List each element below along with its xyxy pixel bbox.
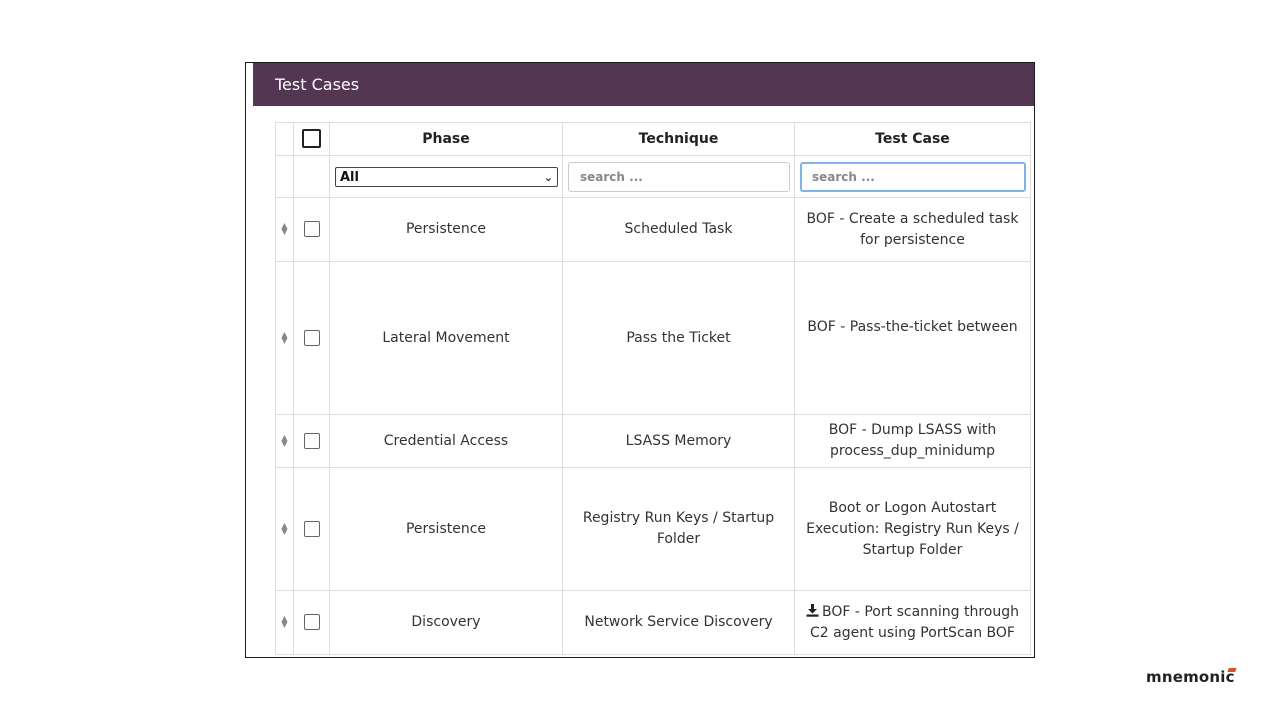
table-row: ▲ ▼ Persistence Scheduled Task BOF - Crea… <box>275 197 1031 262</box>
row-drag-handle[interactable]: ▲ ▼ <box>275 261 294 415</box>
row-test-case: BOF - Create a scheduled task for persis… <box>794 197 1031 262</box>
row-technique: Scheduled Task <box>562 197 795 262</box>
table-row: ▲ ▼ Lateral Movement Pass the Ticket BOF … <box>275 261 1031 415</box>
select-all-cell <box>293 122 330 156</box>
table-row: ▲ ▼ Persistence Registry Run Keys / Start… <box>275 467 1031 591</box>
sort-arrows-icon: ▲ ▼ <box>281 614 288 629</box>
row-technique: LSASS Memory <box>562 414 795 468</box>
row-drag-handle[interactable]: ▲ ▼ <box>275 414 294 468</box>
sort-arrows-icon: ▲ ▼ <box>281 221 288 236</box>
row-test-case: Boot or Logon Autostart Execution: Regis… <box>794 467 1031 591</box>
table-row: ▲ ▼ Discovery Network Service Discovery B… <box>275 590 1031 655</box>
row-technique: Network Service Discovery <box>562 590 795 655</box>
row-checkbox[interactable] <box>303 614 320 630</box>
row-drag-handle[interactable]: ▲ ▼ <box>275 467 294 591</box>
test-case-filter-cell: search ... <box>794 155 1031 198</box>
filter-check-cell <box>293 155 330 198</box>
technique-filter-cell: search ... <box>562 155 795 198</box>
row-technique: Registry Run Keys / Startup Folder <box>562 467 795 591</box>
technique-column-header[interactable]: Technique <box>562 122 795 156</box>
row-test-case: BOF - Port scanning through C2 agent usi… <box>810 603 1019 641</box>
phase-column-header[interactable]: Phase <box>329 122 563 156</box>
filter-drag-cell <box>275 155 294 198</box>
technique-search-input[interactable]: search ... <box>568 161 790 192</box>
row-checkbox-cell <box>293 467 330 591</box>
row-checkbox[interactable] <box>303 221 320 237</box>
row-phase: Discovery <box>329 590 563 655</box>
row-phase: Lateral Movement <box>329 261 563 415</box>
test-cases-panel: Test Cases Phase Technique Test Case All <box>245 62 1035 658</box>
row-checkbox[interactable] <box>303 329 320 346</box>
row-checkbox-cell <box>293 590 330 655</box>
row-checkbox-cell <box>293 414 330 468</box>
row-drag-handle[interactable]: ▲ ▼ <box>275 590 294 655</box>
select-all-checkbox[interactable] <box>302 129 321 148</box>
row-checkbox[interactable] <box>303 520 320 537</box>
phase-filter-select[interactable]: All ⌄ <box>335 166 558 187</box>
test-case-search-input[interactable]: search ... <box>800 161 1026 192</box>
test-cases-table: Phase Technique Test Case All ⌄ search .… <box>275 122 1031 655</box>
sort-arrows-icon: ▲ ▼ <box>281 520 288 536</box>
row-test-case: BOF - Dump LSASS with process_dup_minidu… <box>794 414 1031 468</box>
row-drag-handle[interactable]: ▲ ▼ <box>275 197 294 262</box>
drag-header-cell <box>275 122 294 156</box>
phase-filter-value: All <box>340 169 359 185</box>
panel-title: Test Cases <box>253 63 1034 106</box>
filter-row: All ⌄ search ... search ... <box>275 155 1031 198</box>
header-row: Phase Technique Test Case <box>275 122 1031 156</box>
row-phase: Persistence <box>329 197 563 262</box>
sort-arrows-icon: ▲ ▼ <box>281 329 288 345</box>
chevron-down-icon: ⌄ <box>543 170 553 184</box>
brand-accent-mark <box>1227 668 1237 672</box>
test-case-column-header[interactable]: Test Case <box>794 122 1031 156</box>
row-checkbox-cell <box>293 261 330 415</box>
download-icon[interactable] <box>806 603 819 617</box>
row-technique: Pass the Ticket <box>562 261 795 415</box>
row-checkbox-cell <box>293 197 330 262</box>
row-test-case: BOF - Pass-the-ticket between <box>794 261 1031 415</box>
row-test-case-cell: BOF - Port scanning through C2 agent usi… <box>794 590 1031 655</box>
row-phase: Credential Access <box>329 414 563 468</box>
row-checkbox[interactable] <box>303 432 320 449</box>
phase-filter-cell: All ⌄ <box>329 155 563 198</box>
row-phase: Persistence <box>329 467 563 591</box>
table-row: ▲ ▼ Credential Access LSASS Memory BOF - … <box>275 414 1031 468</box>
brand-logo: mnemonic <box>1146 668 1235 686</box>
sort-arrows-icon: ▲ ▼ <box>281 432 288 448</box>
